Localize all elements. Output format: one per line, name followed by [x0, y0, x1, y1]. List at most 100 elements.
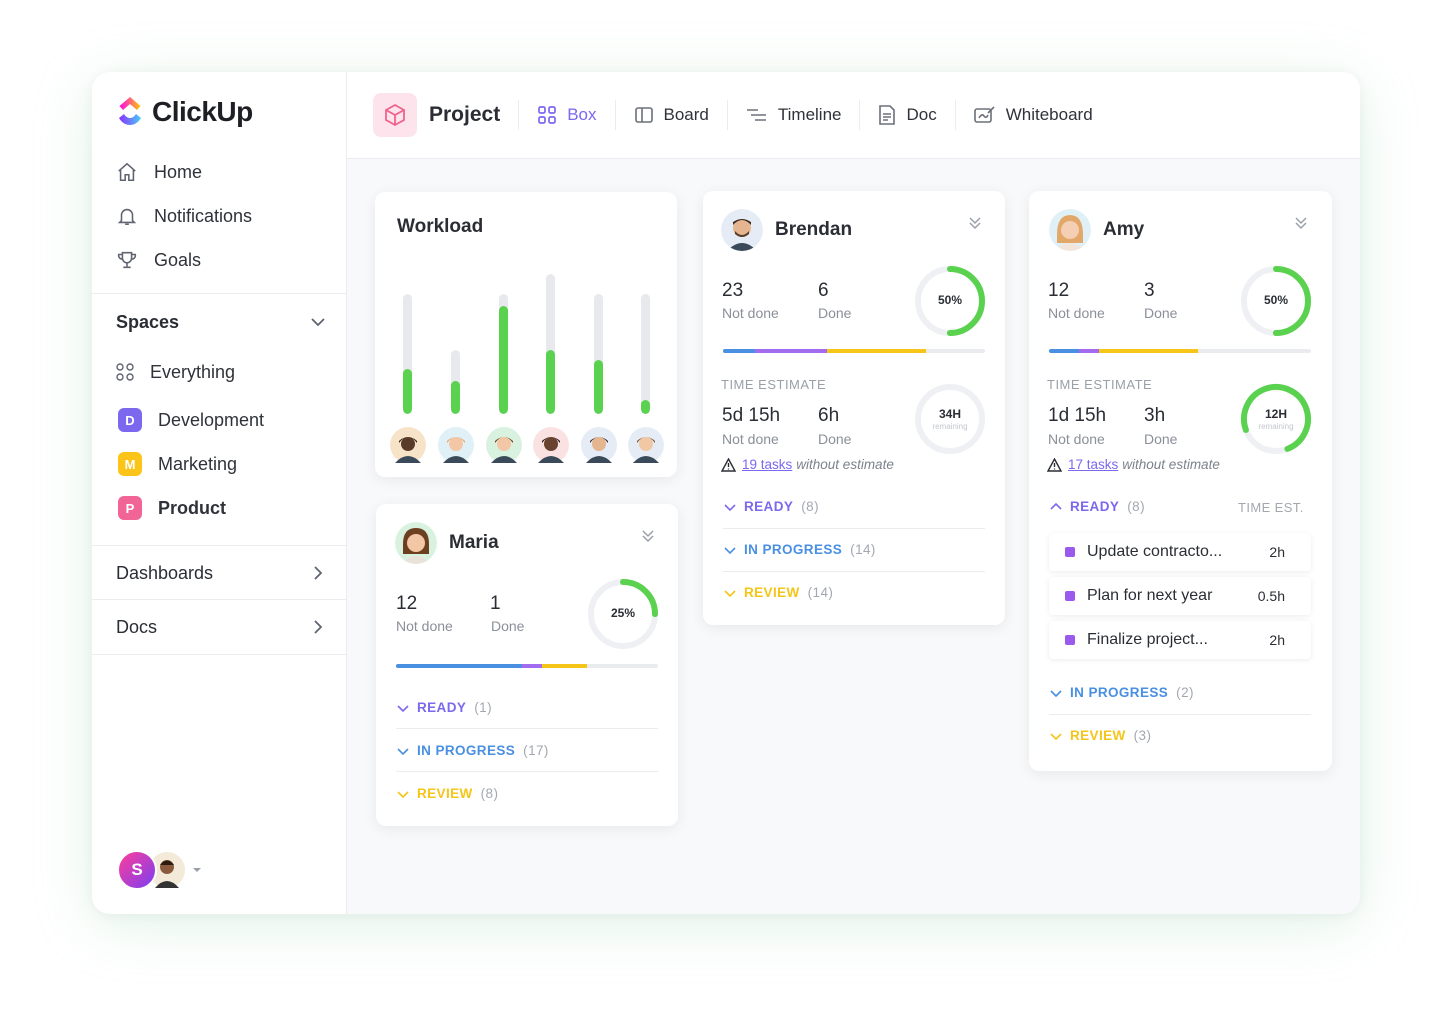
tab-box[interactable]: Box	[518, 100, 614, 130]
tab-doc[interactable]: Doc	[859, 100, 954, 130]
space-product[interactable]: P Product	[92, 486, 347, 530]
maria-done-label: Done	[491, 618, 525, 634]
amy-group-in-progress[interactable]: IN PROGRESS (2)	[1049, 685, 1194, 700]
amy-done-label: Done	[1144, 305, 1178, 321]
maria-group-ready[interactable]: READY (1)	[396, 700, 492, 715]
nav-goals[interactable]: Goals	[116, 238, 252, 282]
app-name: ClickUp	[152, 96, 253, 127]
doc-icon	[879, 105, 896, 125]
brendan-avatar	[721, 209, 763, 251]
task-row[interactable]: Update contracto... 2h	[1049, 533, 1311, 571]
workload-bar	[546, 274, 555, 414]
chevron-down-icon	[1050, 689, 1062, 697]
collapse-icon[interactable]	[640, 528, 656, 544]
user-avatar[interactable]: S	[117, 850, 157, 890]
app-window: ClickUp Home Notifications Goals Spaces	[92, 72, 1360, 914]
brendan-te-not-done-label: Not done	[722, 431, 779, 447]
nav-home-label: Home	[154, 161, 203, 182]
docs-label: Docs	[116, 616, 158, 637]
amy-group-ready[interactable]: READY (8)	[1049, 499, 1145, 514]
amy-tasks-link[interactable]: 17 tasks	[1068, 457, 1118, 472]
amy-remaining-label: remaining	[1258, 422, 1294, 431]
task-row[interactable]: Plan for next year 0.5h	[1049, 577, 1311, 615]
brendan-name: Brendan	[775, 219, 853, 240]
box-view-icon	[538, 106, 557, 124]
home-icon	[118, 162, 136, 182]
group-count: (2)	[1176, 685, 1194, 700]
task-row[interactable]: Finalize project... 2h	[1049, 621, 1311, 659]
chevron-right-icon	[314, 566, 323, 580]
spaces-header[interactable]: Spaces	[92, 294, 347, 350]
timeline-icon	[746, 109, 766, 121]
user-menu[interactable]: S	[117, 850, 203, 890]
group-count: (8)	[801, 499, 819, 514]
group-label: REVIEW	[1070, 728, 1126, 743]
chevron-up-icon	[1050, 502, 1062, 510]
docs-section[interactable]: Docs	[92, 599, 347, 655]
group-count: (8)	[1127, 499, 1145, 514]
group-label: READY	[744, 499, 794, 514]
maria-group-in-progress[interactable]: IN PROGRESS (17)	[396, 743, 549, 758]
caret-down-icon[interactable]	[191, 864, 203, 876]
group-label: REVIEW	[417, 786, 473, 801]
docs-row[interactable]: Docs	[92, 600, 347, 654]
collapse-icon[interactable]	[967, 215, 983, 231]
amy-remaining: 12H	[1264, 407, 1287, 421]
project-icon	[373, 93, 417, 137]
brendan-group-ready[interactable]: READY (8)	[723, 499, 819, 514]
maria-group-review[interactable]: REVIEW (8)	[396, 786, 498, 801]
main-area: Project Box Board Timeline Doc Whiteboar…	[347, 72, 1360, 914]
workload-bar	[499, 294, 508, 414]
tab-board[interactable]: Board	[614, 100, 727, 130]
main-nav: Home Notifications Goals	[116, 150, 252, 282]
brendan-group-in-progress[interactable]: IN PROGRESS (14)	[723, 542, 876, 557]
space-marketing[interactable]: M Marketing	[92, 442, 347, 486]
amy-not-done-label: Not done	[1048, 305, 1105, 321]
nav-notifications-label: Notifications	[154, 205, 253, 226]
top-bar: Project Box Board Timeline Doc Whiteboar…	[347, 72, 1360, 159]
space-everything-label: Everything	[150, 361, 236, 382]
spaces-section: Spaces Everything D Development M Market…	[92, 293, 347, 530]
group-count: (17)	[523, 743, 549, 758]
brendan-warning: 19 tasks without estimate	[721, 457, 894, 472]
brendan-tasks-link[interactable]: 19 tasks	[742, 457, 792, 472]
whiteboard-icon	[973, 106, 995, 123]
brendan-group-review[interactable]: REVIEW (14)	[723, 585, 833, 600]
group-count: (8)	[480, 786, 499, 801]
amy-warning-text: without estimate	[1122, 457, 1220, 472]
amy-name: Amy	[1103, 219, 1145, 240]
workload-bar	[641, 294, 650, 414]
collapse-icon[interactable]	[1293, 215, 1309, 231]
tab-doc-label: Doc	[906, 105, 937, 124]
task-status-dot	[1065, 635, 1075, 645]
nav-notifications[interactable]: Notifications	[116, 194, 252, 238]
nav-home[interactable]: Home	[116, 150, 252, 194]
tab-box-label: Box	[567, 105, 597, 124]
divider	[396, 728, 658, 729]
amy-group-review[interactable]: REVIEW (3)	[1049, 728, 1151, 743]
task-status-dot	[1065, 591, 1075, 601]
brendan-remaining-label: remaining	[932, 422, 968, 431]
dashboards-section[interactable]: Dashboards	[92, 545, 347, 600]
task-time: 2h	[1269, 632, 1285, 648]
clickup-logo[interactable]: ClickUp	[116, 96, 253, 128]
space-everything[interactable]: Everything	[92, 350, 347, 394]
chevron-down-icon[interactable]	[309, 313, 327, 331]
maria-name: Maria	[449, 532, 499, 553]
chevron-down-icon	[724, 546, 736, 554]
amy-card: Amy 12 Not done 3 Done 50% TIME ESTIMATE…	[1029, 191, 1332, 771]
dashboards-row[interactable]: Dashboards	[92, 546, 347, 600]
tab-timeline[interactable]: Timeline	[726, 100, 860, 130]
space-development[interactable]: D Development	[92, 398, 347, 442]
chevron-right-icon	[314, 620, 323, 634]
tab-whiteboard[interactable]: Whiteboard	[954, 100, 1111, 130]
maria-card: Maria 12 Not done 1 Done 25% READY (1) IN…	[376, 504, 678, 826]
tab-timeline-label: Timeline	[777, 105, 842, 124]
amy-te-not-done: 1d 15h	[1048, 405, 1107, 426]
group-count: (1)	[474, 700, 492, 715]
task-name: Update contracto...	[1087, 543, 1223, 560]
workload-bar	[451, 350, 460, 414]
group-count: (14)	[850, 542, 876, 557]
brendan-te-not-done: 5d 15h	[722, 405, 781, 426]
task-name: Finalize project...	[1087, 631, 1208, 648]
